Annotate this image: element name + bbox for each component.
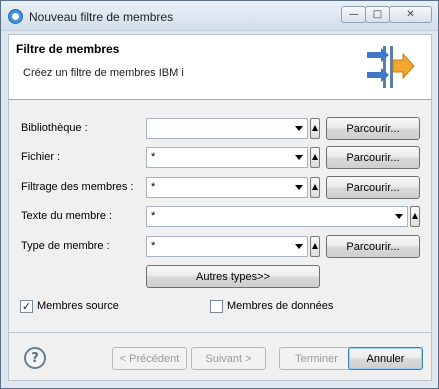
app-icon bbox=[8, 9, 23, 24]
member-type-value: * bbox=[151, 240, 156, 252]
form-area: Bibliothèque : Parcourir... Fichier : * … bbox=[8, 100, 432, 332]
minimize-icon: — bbox=[348, 9, 359, 20]
member-type-browse-button[interactable]: Parcourir... bbox=[326, 235, 420, 258]
finish-button[interactable]: Terminer bbox=[279, 347, 354, 370]
data-members-checkbox[interactable] bbox=[210, 300, 223, 313]
file-up-button[interactable] bbox=[310, 147, 320, 168]
file-value: * bbox=[151, 151, 156, 163]
checkmark-icon: ✓ bbox=[21, 300, 32, 313]
library-combo[interactable] bbox=[146, 118, 308, 139]
source-members-label: Membres source bbox=[37, 300, 119, 312]
header-description: Créez un filtre de membres IBM i bbox=[23, 67, 184, 79]
chevron-down-icon bbox=[295, 126, 303, 131]
chevron-down-icon bbox=[295, 185, 303, 190]
cancel-button[interactable]: Annuler bbox=[348, 347, 423, 370]
title-bar[interactable]: Nouveau filtre de membres — □ ✕ bbox=[1, 1, 438, 31]
chevron-down-icon bbox=[395, 214, 403, 219]
header-title: Filtre de membres bbox=[16, 42, 120, 56]
source-members-checkbox[interactable]: ✓ bbox=[20, 300, 33, 313]
chevron-down-icon bbox=[295, 244, 303, 249]
member-filter-up-button[interactable] bbox=[310, 177, 320, 198]
window-title: Nouveau filtre de membres bbox=[29, 10, 174, 24]
member-filter-label: Filtrage des membres : bbox=[21, 181, 134, 193]
member-type-up-button[interactable] bbox=[310, 236, 320, 257]
member-text-value: * bbox=[151, 210, 156, 222]
member-filter-combo[interactable]: * bbox=[146, 177, 308, 198]
filter-wizard-icon bbox=[367, 46, 415, 88]
member-text-combo[interactable]: * bbox=[146, 206, 408, 227]
close-icon: ✕ bbox=[406, 9, 415, 20]
close-button[interactable]: ✕ bbox=[389, 6, 432, 23]
library-browse-button[interactable]: Parcourir... bbox=[326, 117, 420, 140]
file-label: Fichier : bbox=[21, 151, 61, 163]
file-combo[interactable]: * bbox=[146, 147, 308, 168]
next-button[interactable]: Suivant > bbox=[191, 347, 266, 370]
library-up-button[interactable] bbox=[310, 118, 320, 139]
member-text-label: Texte du membre : bbox=[21, 210, 113, 222]
other-types-button[interactable]: Autres types>> bbox=[146, 265, 320, 288]
chevron-down-icon bbox=[295, 155, 303, 160]
maximize-icon: □ bbox=[372, 9, 383, 20]
member-filter-browse-button[interactable]: Parcourir... bbox=[326, 176, 420, 199]
data-members-label: Membres de données bbox=[227, 300, 334, 312]
help-icon[interactable]: ? bbox=[24, 347, 46, 369]
file-browse-button[interactable]: Parcourir... bbox=[326, 146, 420, 169]
button-bar: ? < Précédent Suivant > Terminer Annuler bbox=[8, 333, 432, 381]
dialog-window: Nouveau filtre de membres — □ ✕ Filtre d… bbox=[0, 0, 439, 389]
wizard-header: Filtre de membres Créez un filtre de mem… bbox=[8, 34, 432, 100]
previous-button[interactable]: < Précédent bbox=[112, 347, 187, 370]
member-type-label: Type de membre : bbox=[21, 240, 110, 252]
member-filter-value: * bbox=[151, 181, 156, 193]
library-label: Bibliothèque : bbox=[21, 122, 88, 134]
member-text-up-button[interactable] bbox=[410, 206, 420, 227]
member-type-combo[interactable]: * bbox=[146, 236, 308, 257]
maximize-button[interactable]: □ bbox=[365, 6, 390, 23]
minimize-button[interactable]: — bbox=[341, 6, 366, 23]
